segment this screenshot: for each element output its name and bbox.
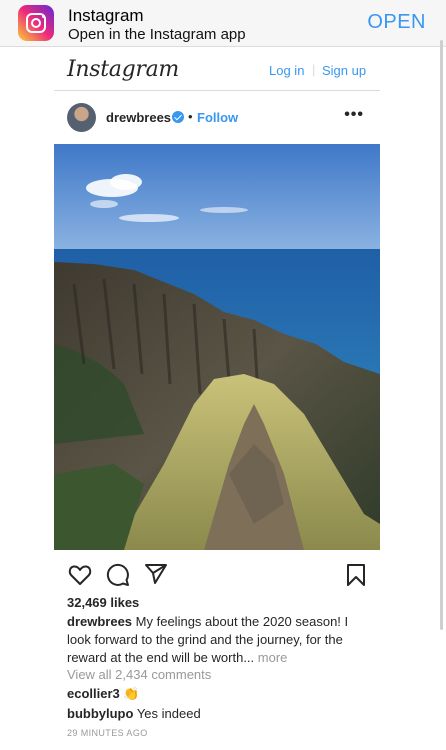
top-nav: Instagram Log in | Sign up (54, 48, 380, 91)
login-link[interactable]: Log in (269, 63, 304, 78)
app-banner: Instagram Open in the Instagram app OPEN (0, 0, 446, 47)
banner-subtitle: Open in the Instagram app (68, 26, 246, 43)
comment-item: ecollier3 👏 (67, 686, 140, 702)
bookmark-icon[interactable] (346, 563, 366, 587)
share-direct-icon[interactable] (144, 563, 168, 585)
landscape-image (54, 144, 380, 550)
post-photo[interactable] (54, 144, 380, 550)
comment-text: 👏 (123, 686, 140, 701)
comment-icon[interactable] (106, 563, 130, 587)
avatar[interactable] (67, 103, 96, 132)
view-all-comments-link[interactable]: View all 2,434 comments (67, 667, 211, 682)
comment-text: Yes indeed (136, 706, 201, 721)
comment-item: bubbylupo Yes indeed (67, 706, 201, 721)
post-header: drewbrees • Follow ••• (54, 92, 380, 144)
nav-separator: | (312, 62, 316, 77)
verified-badge-icon (172, 111, 184, 123)
signup-link[interactable]: Sign up (322, 63, 366, 78)
comment-username[interactable]: ecollier3 (67, 686, 120, 701)
caption-more-link[interactable]: more (258, 650, 288, 665)
instagram-app-icon (18, 5, 54, 41)
more-options-icon[interactable]: ••• (344, 106, 364, 124)
like-heart-icon[interactable] (68, 564, 92, 586)
post-username[interactable]: drewbrees (106, 110, 171, 125)
caption-username[interactable]: drewbrees (67, 614, 132, 629)
comment-username[interactable]: bubbylupo (67, 706, 133, 721)
post-timestamp: 29 MINUTES AGO (67, 728, 148, 738)
follow-button[interactable]: Follow (197, 110, 238, 125)
instagram-logo[interactable]: Instagram (67, 57, 179, 82)
open-app-button[interactable]: OPEN (367, 11, 426, 34)
scrollbar[interactable] (440, 40, 443, 630)
bullet-separator: • (188, 109, 193, 124)
post-caption: drewbrees My feelings about the 2020 sea… (67, 613, 367, 667)
post-actions (54, 556, 380, 592)
banner-app-name: Instagram (68, 6, 144, 25)
like-count[interactable]: 32,469 likes (67, 595, 139, 610)
